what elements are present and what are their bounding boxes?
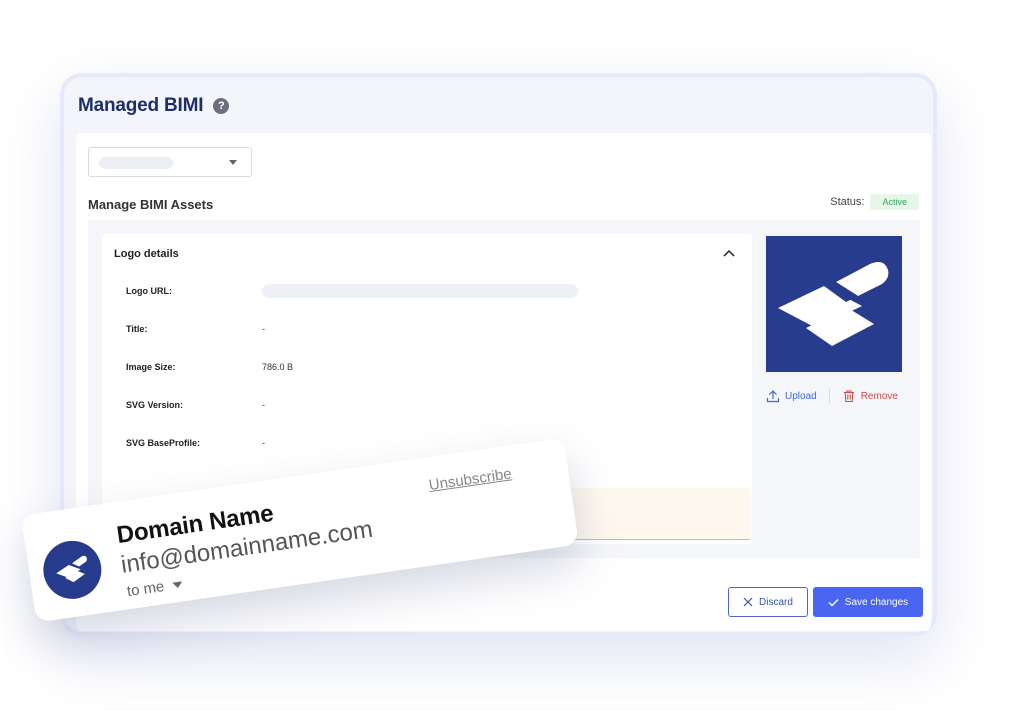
logo-details-header[interactable]: Logo details bbox=[114, 248, 179, 260]
discard-label: Discard bbox=[759, 596, 793, 608]
detail-row-svg-version: SVG Version: - bbox=[126, 397, 265, 413]
check-icon bbox=[828, 598, 839, 606]
detail-value: - bbox=[262, 438, 265, 448]
detail-value: - bbox=[262, 400, 265, 410]
chevron-up-icon[interactable] bbox=[722, 248, 736, 258]
avatar bbox=[39, 537, 106, 603]
trash-icon bbox=[843, 390, 854, 403]
discard-button[interactable]: Discard bbox=[728, 587, 808, 617]
save-label: Save changes bbox=[844, 596, 909, 608]
help-icon[interactable]: ? bbox=[213, 98, 230, 114]
detail-label: SVG Version: bbox=[126, 400, 184, 410]
detail-value: - bbox=[262, 324, 265, 334]
save-changes-button[interactable]: Save changes bbox=[813, 587, 923, 617]
detail-row-logo-url: Logo URL: bbox=[126, 283, 578, 299]
page-header: Managed BIMI ? bbox=[78, 95, 230, 117]
upload-icon bbox=[766, 390, 780, 403]
close-icon bbox=[743, 597, 753, 607]
chevron-down-icon bbox=[229, 160, 237, 165]
detail-label: Image Size: bbox=[126, 362, 176, 372]
unsubscribe-link[interactable]: Unsubscribe bbox=[428, 465, 513, 494]
asset-actions: Upload Remove bbox=[766, 388, 916, 404]
detail-label: Title: bbox=[126, 324, 148, 334]
section-title: Manage BIMI Assets bbox=[88, 197, 214, 212]
caret-down-icon bbox=[171, 580, 183, 589]
domain-select[interactable] bbox=[88, 147, 252, 177]
recipient-label: to me bbox=[125, 578, 166, 601]
brand-logo-icon bbox=[778, 262, 889, 346]
upload-button[interactable]: Upload bbox=[766, 389, 817, 403]
stage: Managed BIMI ? Manage BIMI Assets Status… bbox=[0, 0, 1015, 711]
detail-label: Logo URL: bbox=[126, 286, 172, 296]
status-label: Status: bbox=[830, 196, 865, 208]
status-badge: Active bbox=[870, 194, 919, 210]
upload-label: Upload bbox=[785, 390, 817, 402]
status: Status: Active bbox=[830, 194, 919, 210]
remove-button[interactable]: Remove bbox=[842, 389, 898, 403]
bimi-logo-preview bbox=[766, 236, 902, 372]
detail-row-title: Title: - bbox=[126, 321, 265, 337]
detail-row-svg-baseprofile: SVG BaseProfile: - bbox=[126, 435, 265, 451]
actions-divider bbox=[828, 388, 830, 404]
recipient-toggle[interactable]: to me bbox=[126, 575, 183, 600]
detail-label: SVG BaseProfile: bbox=[126, 438, 201, 448]
detail-value: 786.0 B bbox=[262, 362, 294, 372]
detail-row-image-size: Image Size: 786.0 B bbox=[126, 359, 293, 375]
page-title: Managed BIMI bbox=[78, 95, 204, 116]
brand-logo-icon bbox=[56, 555, 87, 583]
blurred-logo-url bbox=[262, 284, 578, 298]
blurred-domain-value bbox=[99, 157, 173, 169]
remove-label: Remove bbox=[860, 390, 898, 402]
